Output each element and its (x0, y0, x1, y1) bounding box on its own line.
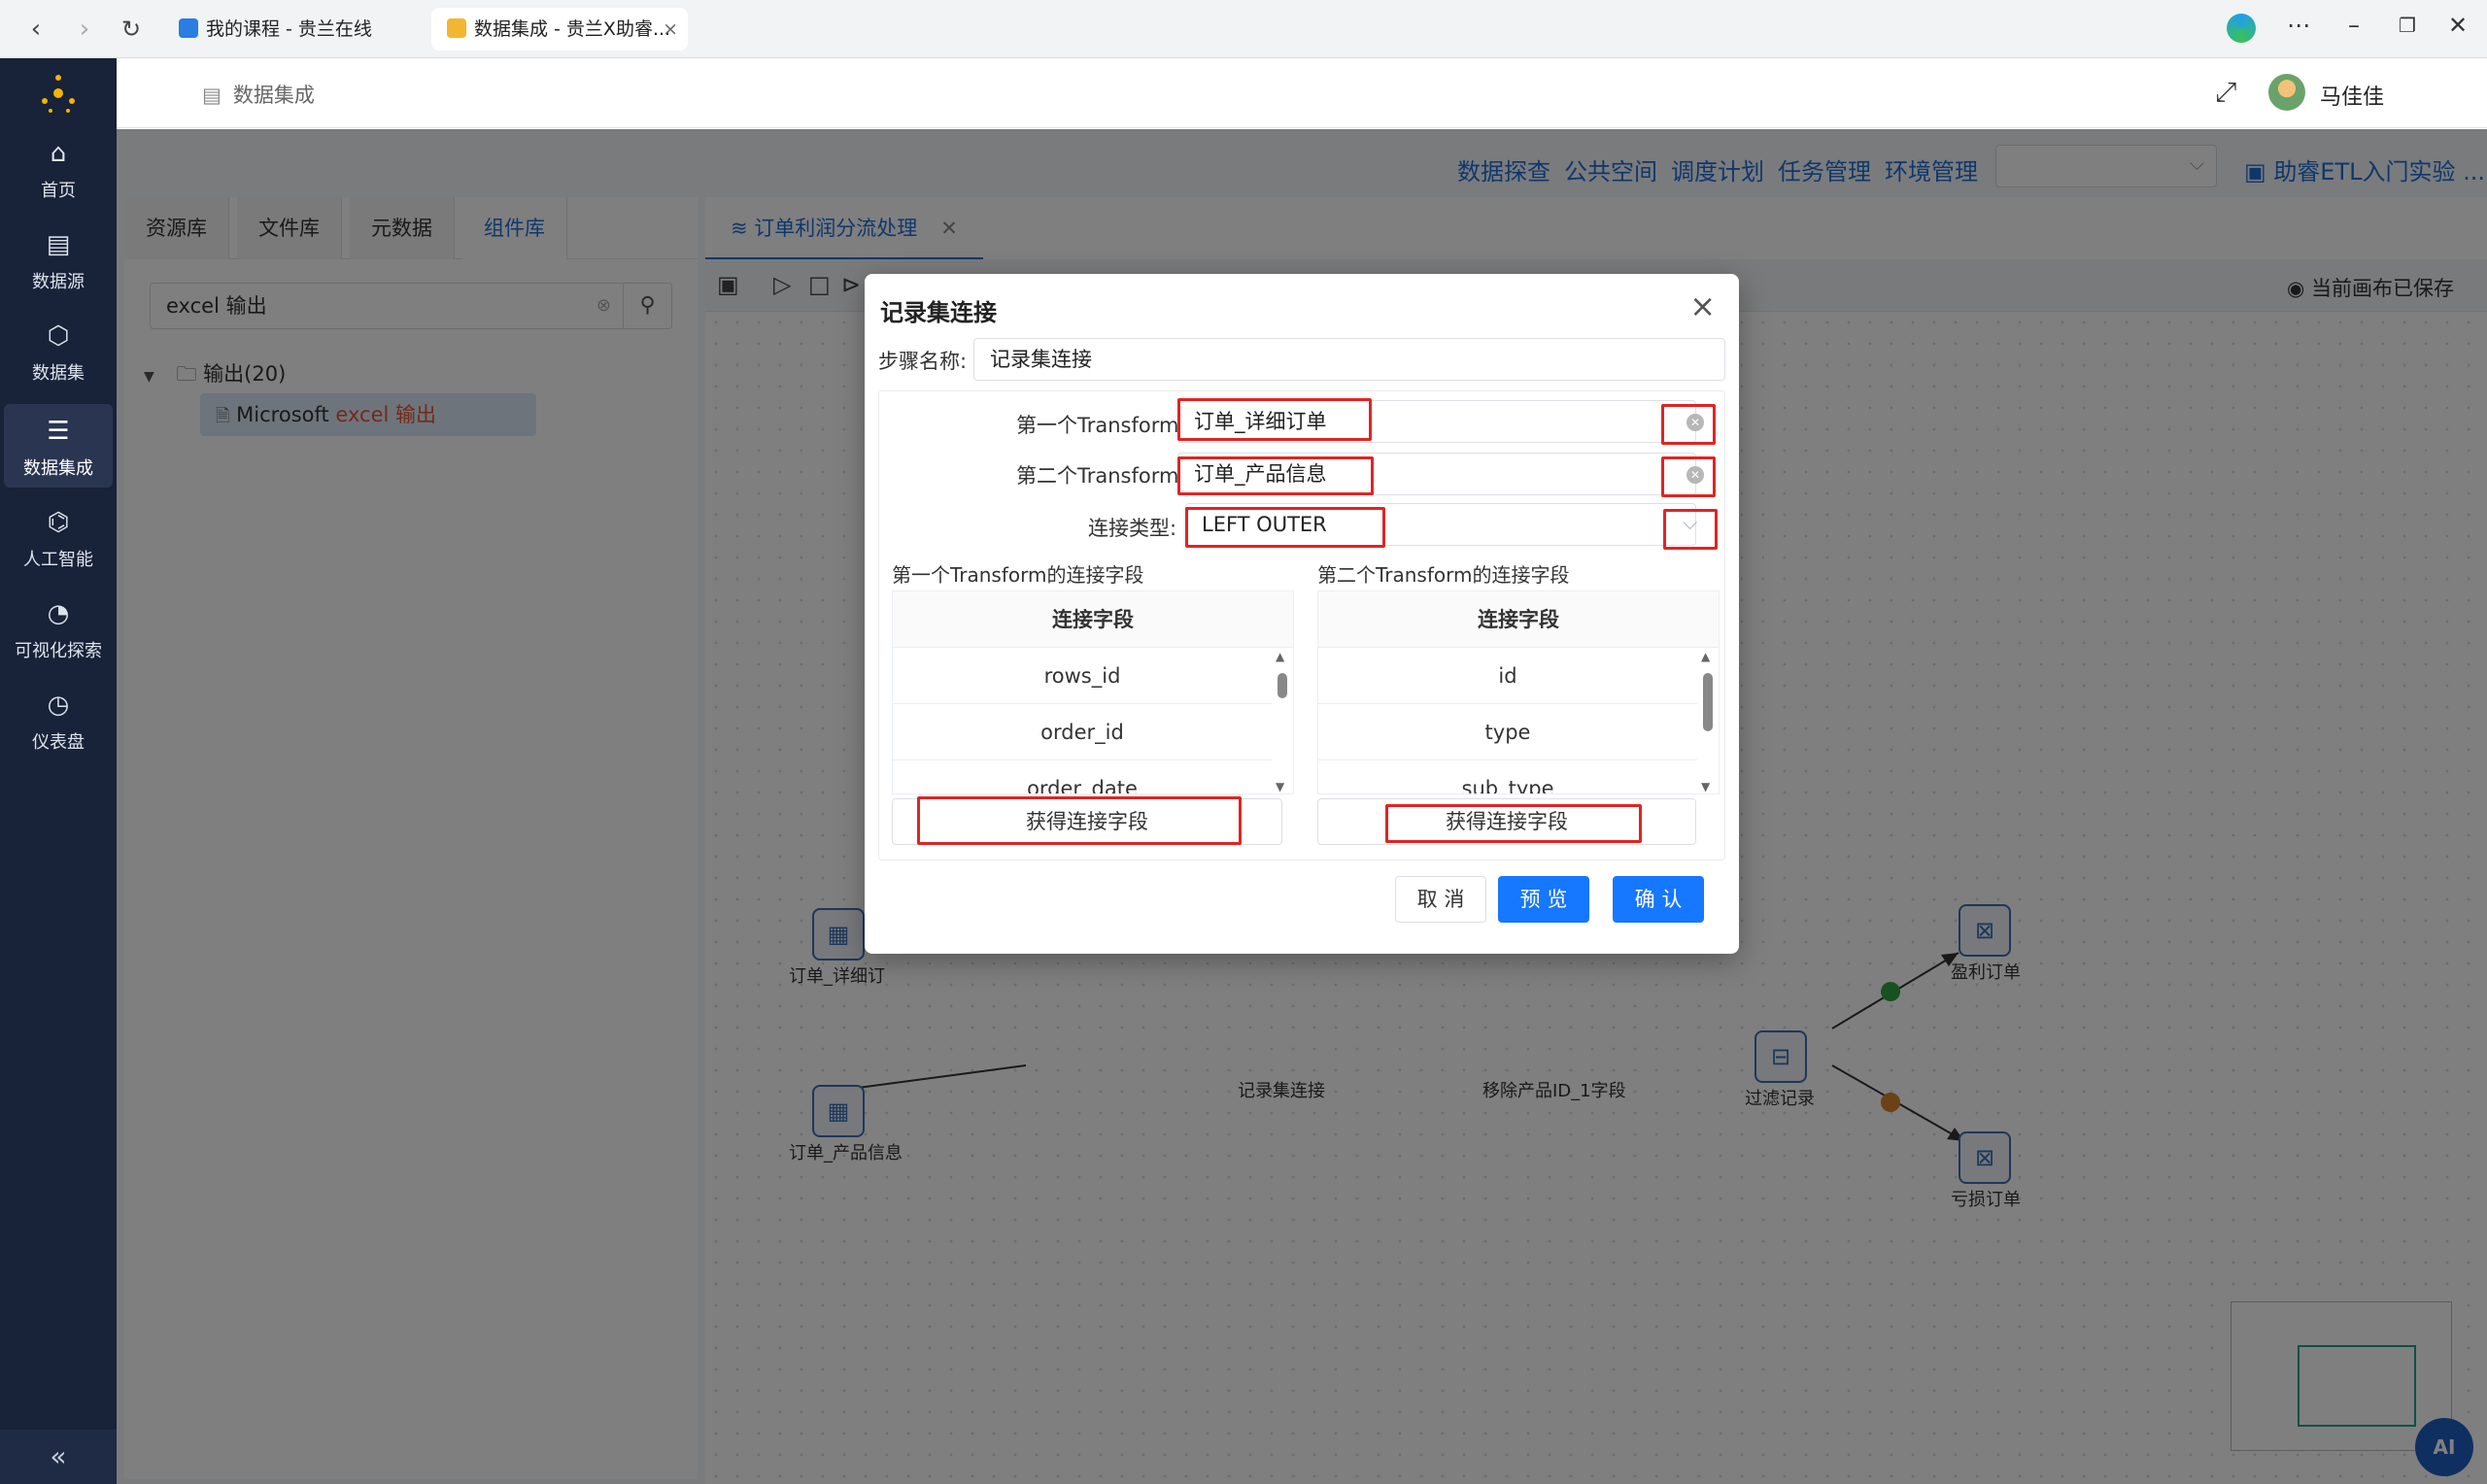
sidebar-item-datasource[interactable]: ▤ 数据源 (4, 218, 113, 301)
edge-icon[interactable] (2227, 14, 2256, 43)
scroll-up-icon[interactable]: ▲ (1701, 650, 1710, 663)
dashboard-icon: ◷ (47, 691, 70, 720)
close-icon[interactable]: × (1689, 287, 1716, 324)
back-icon[interactable]: ‹ (19, 13, 52, 46)
app-favicon-icon (447, 18, 466, 38)
dialog-title: 记录集连接 (880, 299, 997, 326)
join-type-label: 连接类型: (1088, 517, 1177, 540)
sidebar: ⌂ 首页 ▤ 数据源 ⬡ 数据集 ☰ 数据集成 ⌬ 人工智能 ◔ 可视化探索 ◷… (0, 58, 117, 1484)
left-fields-title: 第一个Transform的连接字段 (892, 563, 1144, 587)
course-favicon-icon (179, 18, 198, 38)
restore-icon[interactable]: ❐ (2390, 14, 2425, 37)
highlight-second-transform (1177, 456, 1374, 495)
scroll-thumb[interactable] (1703, 673, 1713, 731)
right-fields-table: 连接字段 id type sub_type ▲ ▼ (1317, 590, 1720, 794)
highlight-first-transform (1177, 398, 1372, 441)
step-name-input[interactable]: 记录集连接 (973, 338, 1725, 381)
join-dialog: 记录集连接 × 步骤名称: 记录集连接 第一个Transform: 订单_详细订… (865, 274, 1739, 954)
chart-icon: ◔ (47, 599, 70, 628)
highlight-first-clear (1661, 404, 1716, 445)
scroll-down-icon[interactable]: ▼ (1701, 780, 1710, 793)
collapse-sidebar-button[interactable]: « (0, 1430, 117, 1484)
preview-button[interactable]: 预 览 (1498, 876, 1589, 923)
integration-icon: ☰ (47, 417, 70, 446)
app-logo-icon (42, 75, 75, 113)
highlight-get-right (1385, 804, 1642, 843)
datasource-icon: ▤ (46, 230, 71, 259)
highlight-second-clear (1661, 456, 1716, 497)
table-row[interactable]: order_date (893, 760, 1272, 793)
table-row[interactable]: sub_type (1318, 760, 1697, 793)
breadcrumb: ▤ 数据集成 (202, 84, 315, 107)
close-window-icon[interactable]: ✕ (2440, 12, 2475, 39)
sidebar-item-visual[interactable]: ◔ 可视化探索 (4, 587, 113, 670)
sidebar-item-integration[interactable]: ☰ 数据集成 (4, 404, 113, 488)
dataset-icon: ⬡ (47, 321, 70, 351)
table-row[interactable]: order_id (893, 704, 1272, 760)
top-header: ▤ 数据集成 ⤢ 马佳佳 (117, 58, 2487, 128)
second-transform-label: 第二个Transform: (1016, 464, 1186, 488)
integration-small-icon: ▤ (202, 84, 221, 107)
forward-icon[interactable]: › (68, 13, 101, 46)
cancel-button[interactable]: 取 消 (1395, 876, 1486, 923)
highlight-join-type (1185, 507, 1385, 548)
table-row[interactable]: type (1318, 704, 1697, 760)
table-row[interactable]: rows_id (893, 648, 1272, 704)
sidebar-item-dashboard[interactable]: ◷ 仪表盘 (4, 678, 113, 761)
tab-close-icon[interactable]: × (663, 8, 678, 51)
avatar[interactable] (2268, 74, 2305, 111)
highlight-join-chevron (1663, 509, 1718, 550)
more-icon[interactable]: ⋯ (2281, 12, 2316, 39)
scrollbar[interactable]: ▲ ▼ (1699, 648, 1717, 793)
first-transform-label: 第一个Transform: (1016, 414, 1186, 437)
step-name-label: 步骤名称: (878, 350, 968, 373)
table-header: 连接字段 (893, 591, 1293, 648)
scroll-thumb[interactable] (1278, 673, 1287, 698)
browser-bar: ‹ › ↻ 我的课程 - 贵兰在线 数据集成 - 贵兰X助睿... × ⋯ – … (0, 0, 2487, 58)
minimize-icon[interactable]: – (2336, 12, 2371, 39)
scroll-down-icon[interactable]: ▼ (1276, 780, 1284, 793)
sidebar-item-dataset[interactable]: ⬡ 数据集 (4, 309, 113, 392)
table-row[interactable]: id (1318, 648, 1697, 704)
fullscreen-icon[interactable]: ⤢ (2215, 76, 2236, 109)
browser-tab-integration[interactable]: 数据集成 - 贵兰X助睿... × (431, 8, 688, 51)
left-fields-table: 连接字段 rows_id order_id order_date ▲ ▼ (892, 590, 1294, 794)
reload-icon[interactable]: ↻ (115, 13, 148, 46)
home-icon: ⌂ (50, 139, 67, 168)
ai-icon: ⌬ (47, 508, 70, 537)
user-name[interactable]: 马佳佳 (2320, 80, 2384, 111)
scrollbar[interactable]: ▲ ▼ (1274, 648, 1291, 793)
sidebar-item-home[interactable]: ⌂ 首页 (4, 126, 113, 210)
right-fields-title: 第二个Transform的连接字段 (1317, 563, 1570, 587)
table-header: 连接字段 (1318, 591, 1719, 648)
scroll-up-icon[interactable]: ▲ (1276, 650, 1284, 663)
browser-tab-courses[interactable]: 我的课程 - 贵兰在线 (163, 8, 388, 51)
confirm-button[interactable]: 确 认 (1613, 876, 1704, 923)
highlight-get-left (917, 796, 1242, 845)
sidebar-item-ai[interactable]: ⌬ 人工智能 (4, 495, 113, 579)
